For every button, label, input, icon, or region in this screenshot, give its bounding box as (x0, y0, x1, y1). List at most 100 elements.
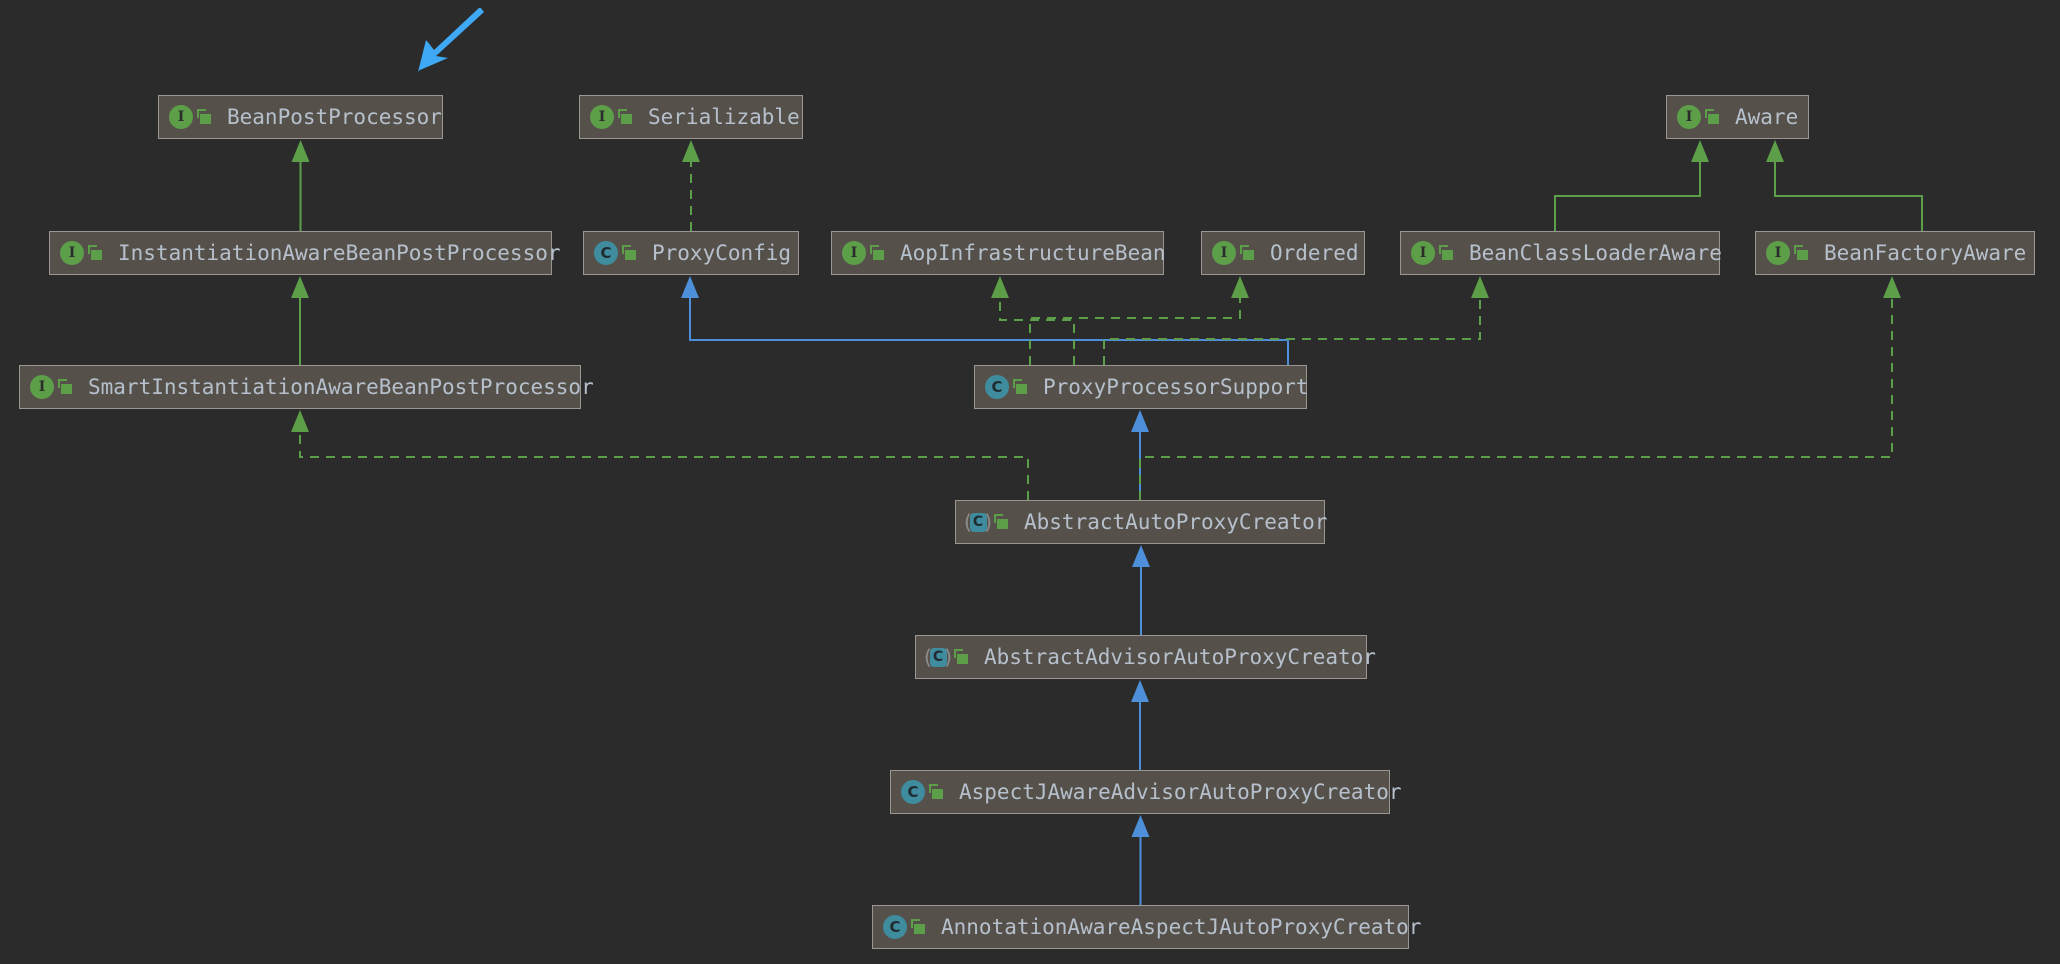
lock-body (1442, 250, 1453, 260)
lock-body (1708, 114, 1719, 124)
class-node-label: AbstractAutoProxyCreator (1024, 510, 1328, 534)
class-node-AbstractAutoProxyCreator[interactable]: (C) AbstractAutoProxyCreator (955, 500, 1328, 544)
public-lock-icon (994, 514, 1010, 530)
class-glyph: C (901, 780, 925, 804)
edge-extends-interface-e5 (1774, 162, 1923, 231)
class-node-label: AbstractAdvisorAutoProxyCreator (984, 645, 1376, 669)
public-lock-icon (1705, 109, 1721, 125)
lock-body (873, 250, 884, 260)
interface-glyph: I (1411, 241, 1435, 265)
public-lock-icon (618, 109, 634, 125)
class-node-label: AopInfrastructureBean (900, 241, 1166, 265)
class-node-label: AnnotationAwareAspectJAutoProxyCreator (941, 915, 1422, 939)
class-node-ProxyProcessorSupport[interactable]: C ProxyProcessorSupport (974, 365, 1309, 409)
arrowhead-extends-interface-e4 (1691, 140, 1709, 162)
interface-glyph: I (590, 105, 614, 129)
class-node-ProxyConfig[interactable]: C ProxyConfig (583, 231, 799, 275)
class-node-InstantiationAwareBeanPostProcessor[interactable]: I InstantiationAwareBeanPostProcessor (49, 231, 561, 275)
lock-body (1243, 250, 1254, 260)
abstract-marker: (C) (924, 645, 952, 669)
abstract-class-icon: (C) (924, 645, 952, 669)
lock-body (200, 114, 211, 124)
class-icon: C (594, 241, 618, 265)
interface-glyph: I (1212, 241, 1236, 265)
public-lock-icon (1794, 245, 1810, 261)
interface-glyph: I (1766, 241, 1790, 265)
class-node-BeanPostProcessor[interactable]: I BeanPostProcessor (158, 95, 443, 139)
interface-icon: I (169, 105, 193, 129)
class-glyph: C (985, 375, 1009, 399)
edge-implements-e8 (1029, 298, 1241, 365)
edge-implements-e9 (1103, 298, 1481, 365)
interface-glyph: I (1677, 105, 1701, 129)
class-glyph: C (883, 915, 907, 939)
interface-glyph: I (30, 375, 54, 399)
arrowhead-extends-class-e15 (1131, 815, 1150, 837)
arrowhead-extends-class-e10 (1131, 410, 1149, 432)
class-hierarchy-diagram: I BeanPostProcessor I Serializable I Aware I In… (0, 0, 2060, 964)
interface-icon: I (590, 105, 614, 129)
class-node-AopInfrastructureBean[interactable]: I AopInfrastructureBean (831, 231, 1166, 275)
edge-extends-class-e6 (689, 298, 1289, 365)
class-node-AspectJAwareAdvisorAutoProxyCreator[interactable]: C AspectJAwareAdvisorAutoProxyCreator (890, 770, 1402, 814)
public-lock-icon (1013, 379, 1029, 395)
class-node-label: Ordered (1270, 241, 1359, 265)
public-lock-icon (88, 245, 104, 261)
public-lock-icon (622, 245, 638, 261)
arrowhead-extends-interface-e1 (291, 140, 310, 162)
class-node-Serializable[interactable]: I Serializable (579, 95, 803, 139)
interface-icon: I (60, 241, 84, 265)
class-icon: C (985, 375, 1009, 399)
arrowhead-extends-interface-e5 (1766, 140, 1784, 162)
lock-body (914, 924, 925, 934)
interface-icon: I (1677, 105, 1701, 129)
interface-glyph: I (842, 241, 866, 265)
class-node-label: BeanClassLoaderAware (1469, 241, 1722, 265)
class-node-label: Serializable (648, 105, 800, 129)
arrowhead-extends-class-e6 (681, 276, 699, 298)
abstract-bracket-right: ) (984, 510, 992, 534)
abstract-bracket-left: ( (924, 645, 932, 669)
public-lock-icon (870, 245, 886, 261)
public-lock-icon (929, 784, 945, 800)
abstract-bracket-right: ) (944, 645, 952, 669)
arrowhead-extends-class-e14 (1131, 680, 1149, 702)
class-node-Aware[interactable]: I Aware (1666, 95, 1809, 139)
lock-body (621, 114, 632, 124)
class-glyph: C (594, 241, 618, 265)
mouse-pointer-arrow (418, 8, 484, 72)
public-lock-icon (911, 919, 927, 935)
interface-icon: I (30, 375, 54, 399)
class-node-label: AspectJAwareAdvisorAutoProxyCreator (959, 780, 1402, 804)
interface-icon: I (842, 241, 866, 265)
arrowhead-extends-interface-e2 (291, 276, 309, 298)
class-node-label: Aware (1735, 105, 1799, 129)
class-node-label: ProxyConfig (652, 241, 792, 265)
class-node-BeanFactoryAware[interactable]: I BeanFactoryAware (1755, 231, 2035, 275)
class-node-AnnotationAwareAspectJAutoProxyCreator[interactable]: C AnnotationAwareAspectJAutoProxyCreator (872, 905, 1421, 949)
lock-body (1797, 250, 1808, 260)
arrowhead-implements-e9 (1471, 276, 1489, 298)
edge-implements-e11 (299, 432, 1029, 500)
arrowhead-implements-e8 (1231, 276, 1249, 298)
arrowhead-extends-class-e13 (1132, 545, 1150, 567)
class-node-AbstractAdvisorAutoProxyCreator[interactable]: (C) AbstractAdvisorAutoProxyCreator (915, 635, 1376, 679)
class-node-SmartInstantiationAwareBeanPostProcessor[interactable]: I SmartInstantiationAwareBeanPostProcesso… (19, 365, 594, 409)
public-lock-icon (58, 379, 74, 395)
public-lock-icon (197, 109, 213, 125)
class-node-Ordered[interactable]: I Ordered (1201, 231, 1365, 275)
lock-body (997, 519, 1008, 529)
public-lock-icon (1439, 245, 1455, 261)
class-node-BeanClassLoaderAware[interactable]: I BeanClassLoaderAware (1400, 231, 1722, 275)
arrowhead-implements-e11 (291, 410, 309, 432)
lock-body (61, 384, 72, 394)
class-node-label: BeanFactoryAware (1824, 241, 2027, 265)
arrowhead-implements-e7 (991, 276, 1009, 298)
arrowhead-implements-e3 (682, 140, 700, 162)
edge-implements-e7 (999, 298, 1075, 365)
public-lock-icon (954, 649, 970, 665)
public-lock-icon (1240, 245, 1256, 261)
edge-extends-interface-e4 (1554, 162, 1701, 231)
class-node-label: InstantiationAwareBeanPostProcessor (118, 241, 561, 265)
interface-glyph: I (169, 105, 193, 129)
